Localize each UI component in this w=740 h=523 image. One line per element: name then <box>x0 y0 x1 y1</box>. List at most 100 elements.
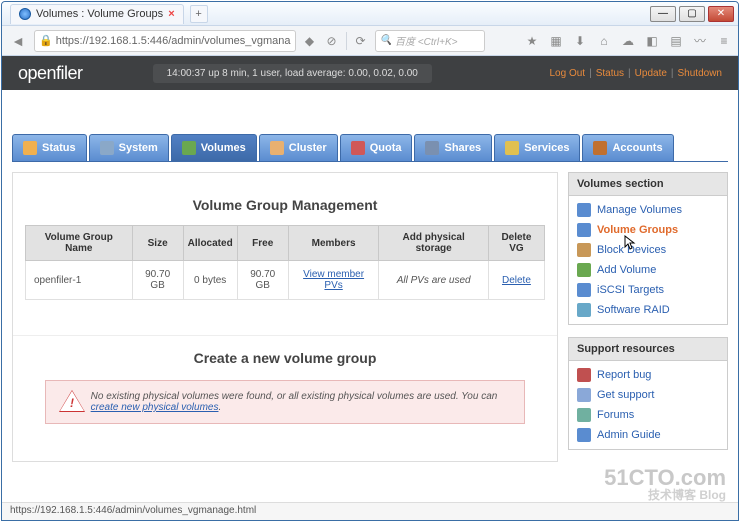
tag-icon[interactable]: ◧ <box>644 33 660 49</box>
header-links: Log Out| Status| Update| Shutdown <box>549 68 722 79</box>
sidebar-vol-manage-volumes[interactable]: Manage Volumes <box>569 200 727 220</box>
url-text: https://192.168.1.5:446/admin/volumes_vg… <box>56 35 291 47</box>
link-shutdown[interactable]: Shutdown <box>678 68 722 79</box>
section-vg-title: Volume Group Management <box>25 197 545 213</box>
nav-system[interactable]: System <box>89 134 169 161</box>
grid-icon[interactable]: ▦ <box>548 33 564 49</box>
cell-free: 90.70 GB <box>237 261 288 300</box>
maximize-button[interactable]: ▢ <box>679 6 705 22</box>
nav-volumes[interactable]: Volumes <box>171 134 257 161</box>
download-icon[interactable]: ⬇ <box>572 33 588 49</box>
sidebar-icon <box>577 428 591 442</box>
status-bar: https://192.168.1.5:446/admin/volumes_vg… <box>2 502 738 520</box>
nav-icon <box>425 141 439 155</box>
sidebar-item-label: Forums <box>597 409 634 421</box>
nav-shares[interactable]: Shares <box>414 134 492 161</box>
section-create-title: Create a new volume group <box>25 350 545 366</box>
nav-label: Services <box>524 142 569 154</box>
back-button[interactable]: ◄ <box>8 31 28 51</box>
sidebar-item-label: Report bug <box>597 369 651 381</box>
cell-allocated: 0 bytes <box>183 261 237 300</box>
nav-icon <box>505 141 519 155</box>
lock-icon: 🔒 <box>39 34 53 47</box>
tab-title: Volumes : Volume Groups <box>36 8 163 20</box>
wave-icon[interactable]: 〰 <box>692 33 708 49</box>
nav-label: Accounts <box>612 142 662 154</box>
chat-icon[interactable]: ☁ <box>620 33 636 49</box>
nav-label: System <box>119 142 158 154</box>
link-update[interactable]: Update <box>635 68 667 79</box>
link-logout[interactable]: Log Out <box>549 68 585 79</box>
tab-close-icon[interactable]: × <box>168 8 174 20</box>
nav-label: Quota <box>370 142 402 154</box>
sidebar-icon <box>577 303 591 317</box>
nav-accounts[interactable]: Accounts <box>582 134 673 161</box>
vg-table: Volume Group NameSizeAllocatedFreeMember… <box>25 225 545 300</box>
home-icon[interactable]: ⌂ <box>596 33 612 49</box>
content-panel: Volume Group Management Volume Group Nam… <box>12 172 558 462</box>
col-header: Free <box>237 226 288 261</box>
minimize-button[interactable]: — <box>650 6 676 22</box>
sidebar-icon <box>577 203 591 217</box>
link-view-members[interactable]: View member PVs <box>303 269 364 291</box>
sidebar-icon <box>577 368 591 382</box>
link-create-pv[interactable]: create new physical volumes <box>91 402 219 413</box>
link-delete-vg[interactable]: Delete <box>502 275 531 286</box>
nav-label: Volumes <box>201 142 246 154</box>
nav-quota[interactable]: Quota <box>340 134 413 161</box>
sidebar-sup-forums[interactable]: Forums <box>569 405 727 425</box>
reload-icon[interactable]: ⟳ <box>353 33 369 49</box>
cell-add-storage: All PVs are used <box>379 261 488 300</box>
warning-icon: ! <box>60 391 79 413</box>
col-header: Members <box>288 226 379 261</box>
nav-icon <box>182 141 196 155</box>
warning-box: ! No existing physical volumes were foun… <box>45 380 525 424</box>
shield-icon[interactable]: ◆ <box>302 33 318 49</box>
col-header: Allocated <box>183 226 237 261</box>
sidebar-item-label: Volume Groups <box>597 224 678 236</box>
sidebar-icon <box>577 283 591 297</box>
browser-tab[interactable]: Volumes : Volume Groups × <box>10 4 184 24</box>
nav-status[interactable]: Status <box>12 134 87 161</box>
table-row: openfiler-1 90.70 GB 0 bytes 90.70 GB Vi… <box>26 261 545 300</box>
sidebar-vol-add-volume[interactable]: Add Volume <box>569 260 727 280</box>
link-status[interactable]: Status <box>596 68 624 79</box>
book-icon[interactable]: ▤ <box>668 33 684 49</box>
sidebar-item-label: iSCSI Targets <box>597 284 664 296</box>
sidebar-vol-software-raid[interactable]: Software RAID <box>569 300 727 320</box>
sidebar-volumes: Volumes section Manage Volumes Volume Gro… <box>568 172 728 325</box>
block-icon[interactable]: ⊘ <box>324 33 340 49</box>
star-icon[interactable]: ★ <box>524 33 540 49</box>
close-button[interactable]: ✕ <box>708 6 734 22</box>
menu-icon[interactable]: ≡ <box>716 33 732 49</box>
sidebar-item-label: Admin Guide <box>597 429 661 441</box>
sidebar-support: Support resources Report bugGet supportF… <box>568 337 728 450</box>
nav-services[interactable]: Services <box>494 134 580 161</box>
sidebar-icon <box>577 223 591 237</box>
sidebar-volumes-title: Volumes section <box>569 173 727 196</box>
nav-icon <box>23 141 37 155</box>
warning-text: No existing physical volumes were found,… <box>91 391 510 413</box>
nav-icon <box>100 141 114 155</box>
sidebar-sup-get-support[interactable]: Get support <box>569 385 727 405</box>
sidebar-vol-volume-groups[interactable]: Volume Groups <box>569 220 727 240</box>
nav-icon <box>270 141 284 155</box>
nav-cluster[interactable]: Cluster <box>259 134 338 161</box>
search-input[interactable]: 🔍百度 <Ctrl+K> <box>375 30 485 52</box>
address-bar: ◄ 🔒 https://192.168.1.5:446/admin/volume… <box>2 26 738 56</box>
url-input[interactable]: 🔒 https://192.168.1.5:446/admin/volumes_… <box>34 30 296 52</box>
sidebar-item-label: Software RAID <box>597 304 670 316</box>
sidebar-icon <box>577 243 591 257</box>
cell-size: 90.70 GB <box>132 261 183 300</box>
sidebar-item-label: Block Devices <box>597 244 666 256</box>
sidebar-icon <box>577 408 591 422</box>
new-tab-button[interactable]: + <box>190 5 208 23</box>
sidebar-item-label: Manage Volumes <box>597 204 682 216</box>
col-header: Add physical storage <box>379 226 488 261</box>
nav-label: Shares <box>444 142 481 154</box>
sidebar-vol-block-devices[interactable]: Block Devices <box>569 240 727 260</box>
sidebar-sup-report-bug[interactable]: Report bug <box>569 365 727 385</box>
sidebar-vol-iscsi-targets[interactable]: iSCSI Targets <box>569 280 727 300</box>
col-header: Delete VG <box>488 226 544 261</box>
sidebar-sup-admin-guide[interactable]: Admin Guide <box>569 425 727 445</box>
